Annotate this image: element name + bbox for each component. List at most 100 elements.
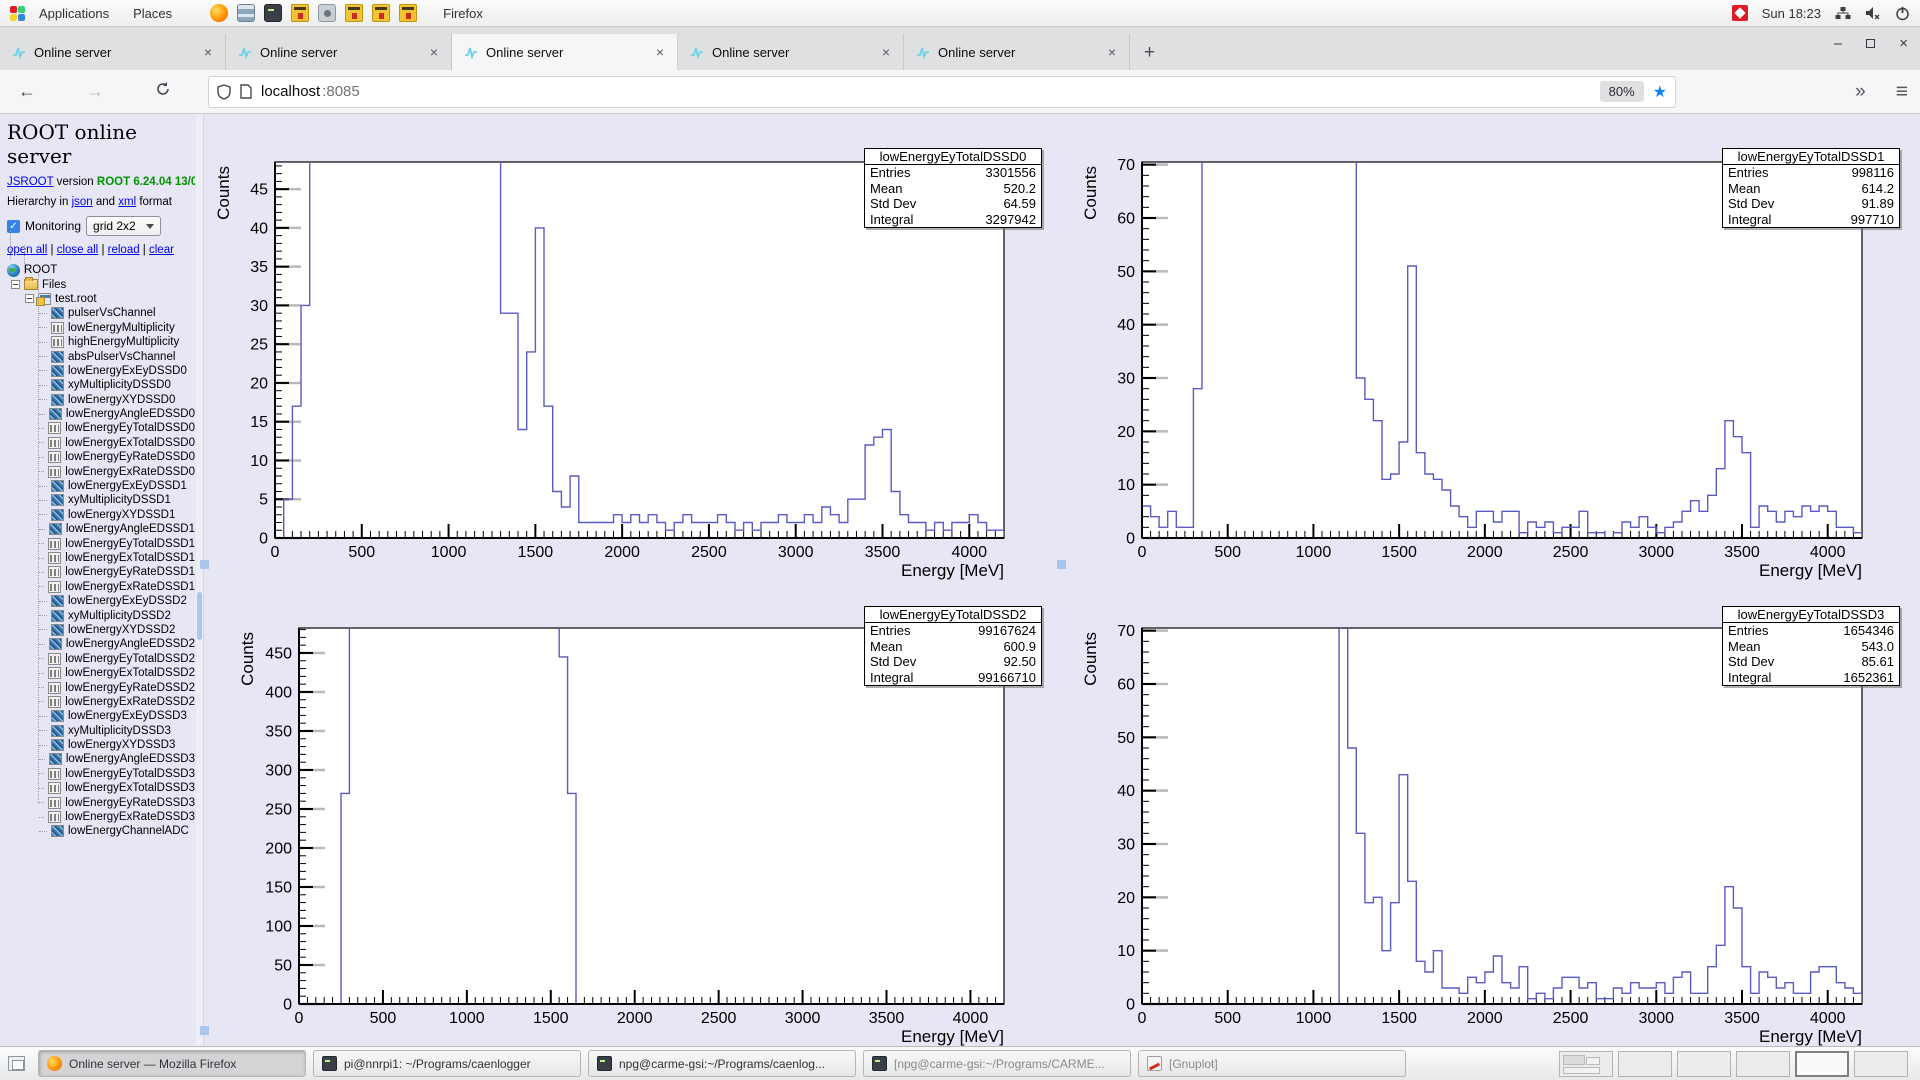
tree-item[interactable]: xyMultiplicityDSSD2 [68,610,171,622]
tree-item[interactable]: lowEnergyEyRateDSSD3 [65,797,195,809]
workspace-cell[interactable] [1795,1051,1849,1077]
power-icon[interactable] [1895,6,1910,21]
midas-launcher-icon[interactable] [345,4,363,22]
maximize-icon[interactable] [1866,39,1875,48]
tab-close-icon[interactable]: × [427,44,441,60]
tree-item[interactable]: highEnergyMultiplicity [68,336,179,348]
tree-item[interactable]: lowEnergyExRateDSSD3 [65,811,195,823]
pad-resize-handle[interactable] [200,560,209,569]
network-icon[interactable] [1835,6,1851,20]
file-manager-launcher-icon[interactable] [237,4,255,22]
tab-close-icon[interactable]: × [1105,44,1119,60]
tab-close-icon[interactable]: × [653,44,667,60]
tree-item[interactable]: pulserVsChannel [68,307,156,319]
tree-item[interactable]: lowEnergyEyTotalDSSD0 [65,422,195,434]
tree-item[interactable]: lowEnergyXYDSSD3 [68,739,175,751]
tree-item[interactable]: lowEnergyExRateDSSD1 [65,581,195,593]
midas-launcher-icon[interactable] [399,4,417,22]
stats-box[interactable]: lowEnergyEyTotalDSSD0Entries3301556Mean5… [864,148,1042,228]
close-icon[interactable]: × [1899,36,1908,51]
tree-item[interactable]: lowEnergyXYDSSD2 [68,624,175,636]
applications-menu[interactable]: Applications [29,4,119,23]
shield-icon[interactable] [217,84,231,100]
firefox-launcher-icon[interactable] [210,4,228,22]
taskbar-window-button[interactable]: pi@nnrpi1: ~/Programs/caenlogger [313,1050,581,1077]
browser-tab[interactable]: Online server× [904,34,1130,70]
back-button[interactable]: ← [12,81,42,102]
tree-item[interactable]: lowEnergyEyTotalDSSD1 [65,538,195,550]
stats-box[interactable]: lowEnergyEyTotalDSSD1Entries998116Mean61… [1722,148,1900,228]
taskbar-window-button[interactable]: Online server — Mozilla Firefox [38,1050,306,1077]
layout-select[interactable]: grid 2x2 [86,216,161,236]
json-link[interactable]: json [72,196,93,208]
tree-item[interactable]: xyMultiplicityDSSD0 [68,379,171,391]
sidebar-scrollbar-thumb[interactable] [197,592,202,640]
tree-item[interactable]: lowEnergyXYDSSD1 [68,509,175,521]
close-all-link[interactable]: close all [57,244,99,256]
workspace-cell[interactable] [1677,1051,1731,1077]
tree-item-root[interactable]: ROOT [24,264,57,276]
url-bar[interactable]: localhost:8085 80% ★ [208,76,1676,108]
jsroot-link[interactable]: JSROOT [7,176,53,188]
tree-item[interactable]: lowEnergyExTotalDSSD2 [65,667,195,679]
taskbar-window-button[interactable]: [npg@carme-gsi:~/Programs/CARME... [863,1050,1131,1077]
tree-item[interactable]: lowEnergyAngleEDSSD1 [66,523,195,535]
minimize-icon[interactable]: – [1834,36,1842,51]
zoom-level-badge[interactable]: 80% [1600,81,1644,102]
tree-item[interactable]: lowEnergyExRateDSSD2 [65,696,195,708]
tree-item[interactable]: lowEnergyAngleEDSSD3 [66,753,195,765]
collapse-expander-icon[interactable] [11,280,20,289]
tree-item[interactable]: lowEnergyExEyDSSD3 [68,710,187,722]
workspace-cell[interactable] [1736,1051,1790,1077]
plot-pad-lowEnergyEyTotalDSSD3[interactable]: 0102030405060700500100015002000250030003… [1062,580,1920,1046]
monitoring-checkbox[interactable]: ✓ [7,220,20,233]
midas-launcher-icon[interactable] [372,4,390,22]
plot-pad-lowEnergyEyTotalDSSD0[interactable]: 0510152025303540450500100015002000250030… [204,114,1062,580]
clear-link[interactable]: clear [149,244,174,256]
tree-item[interactable]: xyMultiplicityDSSD1 [68,494,171,506]
notification-icon[interactable] [1732,5,1748,21]
tree-item[interactable]: lowEnergyEyRateDSSD2 [65,682,195,694]
reload-link[interactable]: reload [108,244,140,256]
page-info-icon[interactable] [240,84,252,99]
tree-item-files[interactable]: Files [42,279,66,291]
tree-item[interactable]: lowEnergyExTotalDSSD1 [65,552,195,564]
tree-item[interactable]: lowEnergyExTotalDSSD3 [65,782,195,794]
tab-close-icon[interactable]: × [201,44,215,60]
plot-pad-lowEnergyEyTotalDSSD2[interactable]: 0501001502002503003504004500500100015002… [204,580,1062,1046]
workspace-cell[interactable] [1618,1051,1672,1077]
browser-tab[interactable]: Online server× [226,34,452,70]
bookmark-star-icon[interactable]: ★ [1653,82,1667,102]
tree-item[interactable]: lowEnergyEyRateDSSD0 [65,451,195,463]
tree-item[interactable]: lowEnergyXYDSSD0 [68,394,175,406]
browser-tab[interactable]: Online server× [0,34,226,70]
screenshot-launcher-icon[interactable] [318,4,336,22]
tree-item[interactable]: xyMultiplicityDSSD3 [68,725,171,737]
stats-box[interactable]: lowEnergyEyTotalDSSD2Entries99167624Mean… [864,606,1042,686]
app-menu-icon[interactable]: ≡ [1896,80,1908,104]
midas-launcher-icon[interactable] [291,4,309,22]
tree-item[interactable]: lowEnergyExEyDSSD0 [68,365,187,377]
xml-link[interactable]: xml [118,196,136,208]
pad-resize-handle[interactable] [1057,560,1066,569]
browser-tab[interactable]: Online server× [678,34,904,70]
tree-item[interactable]: lowEnergyExTotalDSSD0 [65,437,195,449]
tree-item[interactable]: absPulserVsChannel [68,351,175,363]
browser-tab[interactable]: Online server× [452,34,678,70]
tree-item[interactable]: lowEnergyExRateDSSD0 [65,466,195,478]
tree-item-test-root[interactable]: test.root [55,293,97,305]
tree-item[interactable]: lowEnergyExEyDSSD1 [68,480,187,492]
places-menu[interactable]: Places [123,4,182,23]
workspace-cell[interactable] [1559,1051,1613,1077]
volume-muted-icon[interactable] [1865,6,1881,20]
taskbar-window-button[interactable]: [Gnuplot] [1138,1050,1406,1077]
collapse-expander-icon[interactable] [25,294,34,303]
plot-pad-lowEnergyEyTotalDSSD1[interactable]: 0102030405060700500100015002000250030003… [1062,114,1920,580]
stats-box[interactable]: lowEnergyEyTotalDSSD3Entries1654346Mean5… [1722,606,1900,686]
tree-item[interactable]: lowEnergyMultiplicity [68,322,175,334]
distro-menu-icon[interactable] [10,6,25,21]
workspace-cell[interactable] [1854,1051,1908,1077]
sidebar-scrollbar-track[interactable] [196,114,203,1046]
new-tab-button[interactable]: + [1130,42,1169,70]
tree-item[interactable]: lowEnergyEyRateDSSD1 [65,566,195,578]
